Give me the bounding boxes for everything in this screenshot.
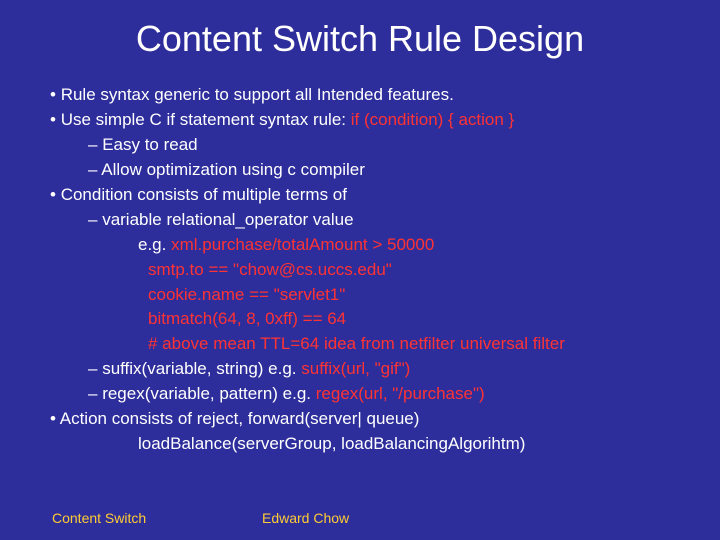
- bullet-level3: # above mean TTL=64 idea from netfilter …: [28, 333, 692, 356]
- bullet-level2: suffix(variable, string) e.g. suffix(url…: [28, 358, 692, 381]
- slide-title: Content Switch Rule Design: [28, 18, 692, 60]
- red-text: xml.purchase/totalAmount > 50000: [171, 235, 434, 254]
- bullet-level1: Action consists of reject, forward(serve…: [28, 408, 692, 431]
- bullet-level2: regex(variable, pattern) e.g. regex(url,…: [28, 383, 692, 406]
- bullet-level3: loadBalance(serverGroup, loadBalancingAl…: [28, 433, 692, 456]
- bullet-level1: Use simple C if statement syntax rule: i…: [28, 109, 692, 132]
- bullet-level1: Rule syntax generic to support all Inten…: [28, 84, 692, 107]
- bullet-level3: cookie.name == "servlet1": [28, 284, 692, 307]
- red-text: regex(url, "/purchase"): [316, 384, 485, 403]
- footer: Content Switch Edward Chow: [28, 510, 692, 526]
- footer-center: Edward Chow: [262, 510, 349, 526]
- bullet-level2: variable relational_operator value: [28, 209, 692, 232]
- bullet-level3: smtp.to == "chow@cs.uccs.edu": [28, 259, 692, 282]
- bullet-level2: Easy to read: [28, 134, 692, 157]
- red-text: if (condition) { action }: [351, 110, 514, 129]
- bullet-level2: Allow optimization using c compiler: [28, 159, 692, 182]
- slide-body: Rule syntax generic to support all Inten…: [28, 84, 692, 502]
- red-text: suffix(url, "gif"): [301, 359, 410, 378]
- bullet-level3: bitmatch(64, 8, 0xff) == 64: [28, 308, 692, 331]
- slide: Content Switch Rule Design Rule syntax g…: [0, 0, 720, 540]
- footer-left: Content Switch: [52, 510, 262, 526]
- bullet-level1: Condition consists of multiple terms of: [28, 184, 692, 207]
- bullet-level3: e.g. xml.purchase/totalAmount > 50000: [28, 234, 692, 257]
